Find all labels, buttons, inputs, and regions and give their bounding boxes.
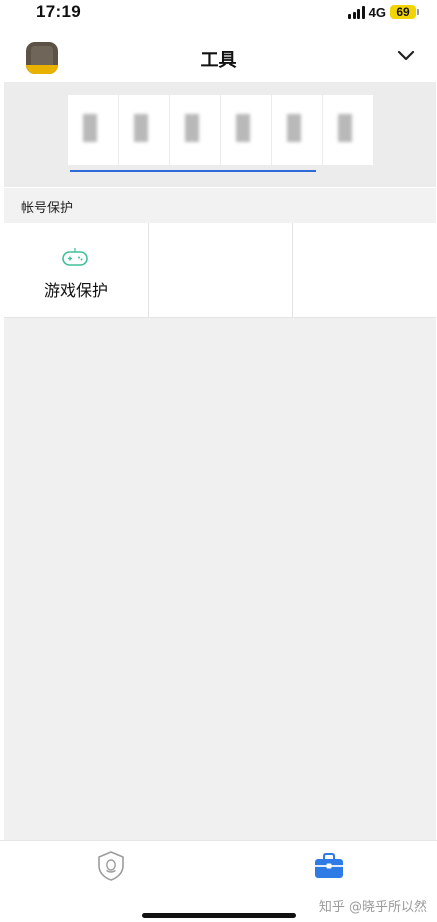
toolbox-icon[interactable] [314, 853, 344, 879]
status-time: 17:19 [36, 2, 81, 21]
digit-cell [170, 95, 220, 165]
digit-cell [221, 95, 271, 165]
digit-cell [272, 95, 322, 165]
banner-underline [70, 170, 316, 172]
home-indicator[interactable] [142, 913, 296, 918]
page-title: 工具 [200, 50, 237, 71]
content-area [4, 318, 436, 840]
tool-label: 游戏保护 [43, 281, 108, 300]
chevron-down-icon[interactable] [397, 49, 415, 63]
status-indicators: 4G 69 [348, 4, 419, 20]
qq-shield-icon[interactable] [96, 850, 126, 882]
tool-game-protection[interactable]: 游戏保护 [4, 223, 148, 317]
tools-grid: 游戏保护 [4, 223, 436, 318]
section-header: 帐号保护 [4, 188, 436, 223]
digit-cell [119, 95, 169, 165]
top-nav: 工具 [0, 32, 437, 82]
status-bar: 17:19 4G 69 [0, 0, 437, 26]
gamepad-icon [62, 248, 88, 266]
network-type: 4G [368, 4, 386, 20]
tool-slot-empty [149, 223, 292, 317]
battery-icon: 69 [390, 5, 419, 19]
tool-slot-empty [293, 223, 436, 317]
watermark: 知乎 @晓乎所以然 [318, 900, 427, 915]
signal-strength-icon [348, 5, 365, 19]
account-number-banner [4, 82, 436, 187]
battery-level: 69 [390, 5, 416, 19]
digit-cell [323, 95, 373, 165]
digit-cell [68, 95, 118, 165]
section-title: 帐号保护 [21, 201, 74, 216]
bottom-tab-bar: 知乎 @晓乎所以然 [0, 840, 437, 922]
